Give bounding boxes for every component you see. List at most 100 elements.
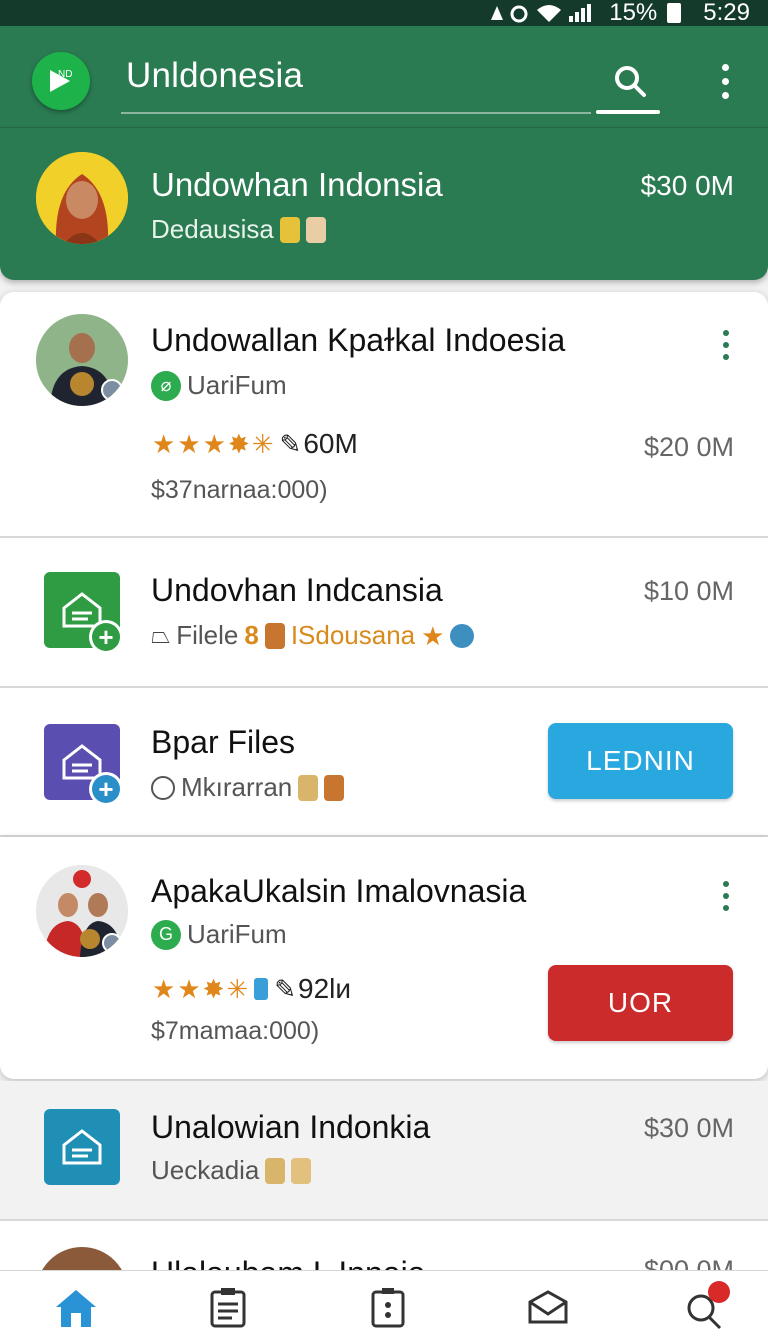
list-item[interactable]: Ulalaubam L Innaia $00 0M — [0, 1221, 768, 1270]
verified-icon: G — [151, 919, 181, 950]
clipboard-icon — [210, 1288, 246, 1328]
rating-row: ★ ★ ✸ ✳ ✎ 92lи — [152, 973, 351, 1005]
featured-subtitle-text: Dedausisa — [151, 214, 274, 244]
overflow-menu-button[interactable] — [705, 56, 745, 106]
notification-badge — [708, 1281, 730, 1303]
item-menu-button[interactable] — [720, 330, 732, 360]
house-icon — [62, 1129, 102, 1165]
bottom-navigation — [0, 1270, 768, 1344]
document-icon — [371, 1288, 405, 1328]
clock: 5:29 — [703, 0, 750, 26]
person-suit-icon — [36, 314, 128, 406]
star-icon: ★ — [177, 429, 201, 459]
app-bar: ND Unldonesia — [0, 26, 768, 128]
listing-avatar — [36, 865, 128, 957]
badge-icon — [279, 216, 300, 243]
lock-icon — [305, 216, 326, 243]
note-icon: ✎ — [274, 973, 297, 1004]
featured-avatar — [36, 152, 128, 244]
app-logo[interactable]: ND — [32, 52, 90, 110]
add-badge[interactable]: + — [89, 772, 123, 806]
listing-price: $30 0M — [643, 1113, 734, 1143]
listing-subtitle: G UariFum — [151, 919, 287, 950]
listing-price: $00 0M — [643, 1255, 734, 1270]
add-badge[interactable]: + — [89, 620, 123, 654]
listing-title: Undowallan Kpaɫkal Indoesia — [151, 322, 566, 358]
verified-icon: ⌀ — [151, 370, 181, 401]
search-button[interactable] — [605, 56, 655, 106]
listing-avatar — [36, 1247, 128, 1270]
search-icon — [615, 66, 646, 97]
nav-home[interactable] — [50, 1285, 102, 1331]
lock-icon — [324, 774, 345, 801]
title-underline — [121, 112, 591, 114]
listing-subtitle-text: Mkırarran — [181, 772, 293, 802]
star-half-icon: ✸ — [227, 429, 250, 459]
badge-icon — [298, 774, 319, 801]
listing-meta: $37narnaa:000) — [151, 476, 328, 504]
listing-title: ApakaUkalsin Imalovnasia — [151, 873, 527, 909]
battery-mini-icon — [254, 978, 269, 1000]
star-icon: ★ — [152, 429, 176, 459]
svg-text:ND: ND — [58, 69, 72, 80]
listing-subtitle: Ueckadia — [151, 1155, 312, 1186]
listing-subtitle-text: UariFum — [187, 370, 287, 400]
list-item[interactable]: + Bpar Files Mkırarran LEDNIN — [0, 688, 768, 835]
star-icon: ★ — [177, 974, 201, 1004]
clock-icon — [151, 775, 175, 800]
item-menu-button[interactable] — [720, 881, 732, 911]
plus-icon: + — [92, 775, 120, 803]
globe-icon — [450, 623, 475, 648]
nav-messages[interactable] — [522, 1285, 574, 1331]
lock-icon — [264, 622, 285, 649]
play-logo-icon: ND — [50, 69, 72, 92]
learn-button[interactable]: LEDNIN — [548, 723, 733, 799]
signal-icons — [491, 4, 592, 23]
lock-icon — [291, 1157, 312, 1184]
listing-subtitle-text: UariFum — [187, 919, 287, 949]
star-half-icon: ✸ — [202, 974, 225, 1004]
rating-row: ★ ★ ★ ✸ ✳ ✎ 60M — [152, 428, 358, 460]
nav-documents[interactable] — [362, 1285, 414, 1331]
person-hijab-icon — [36, 152, 128, 244]
featured-price: $30 0M — [640, 170, 734, 201]
listing-price: $10 0M — [643, 576, 734, 606]
envelope-icon — [528, 1290, 568, 1324]
rating-text: 92lи — [298, 973, 352, 1004]
badge-icon — [265, 1157, 286, 1184]
figure-icon: 8 — [244, 620, 259, 650]
list-item[interactable]: + Undovhan Indcansia $10 0M ⏢ Filele 8 I… — [0, 538, 768, 686]
battery-percent: 15% — [609, 0, 658, 26]
featured-subtitle: Dedausisa — [151, 214, 326, 245]
featured-name: Undowhan Indonsia — [151, 166, 443, 203]
list-item[interactable]: Undowallan Kpaɫkal Indoesia ⌀ UariFum ★ … — [0, 292, 768, 536]
status-bar: 15% 5:29 — [0, 0, 768, 26]
people-pair-icon — [36, 865, 128, 957]
nav-search-alerts[interactable] — [678, 1281, 730, 1331]
listing-title: Unalowian Indonkia — [151, 1109, 431, 1145]
note-icon: ✎ — [279, 428, 302, 459]
order-button[interactable]: UOR — [548, 965, 733, 1041]
star-icon: ★ — [202, 429, 226, 459]
listing-subtitle: ⌀ UariFum — [151, 370, 287, 401]
battery-icon — [667, 3, 682, 23]
page-title: Unldonesia — [126, 56, 304, 95]
list-item[interactable]: Unalowian Indonkia $30 0M Ueckadia — [0, 1081, 768, 1219]
sparkle-icon: ✳ — [226, 974, 249, 1004]
star-icon: ★ — [421, 620, 445, 651]
listing-title: Bpar Files — [151, 724, 296, 760]
nav-tasks[interactable] — [202, 1285, 254, 1331]
listing-avatar — [36, 314, 128, 406]
listing-subtitle: Mkırarran — [151, 772, 345, 803]
list-item[interactable]: ApakaUkalsin Imalovnasia G UariFum ★ ★ ✸… — [0, 837, 768, 1079]
listing-meta: $7mamaa:000) — [151, 1017, 320, 1045]
plus-icon: + — [92, 623, 120, 651]
listing-subtitle: ⏢ Filele 8 ISdousana ★ — [151, 620, 475, 651]
listing-title: Undovhan Indcansia — [151, 572, 443, 608]
listing-subtitle-text: Filele — [176, 620, 239, 650]
sparkle-icon: ✳ — [251, 429, 274, 459]
featured-card[interactable]: Undowhan Indonsia Dedausisa $30 0M — [0, 128, 768, 280]
listing-tag: ISdousana — [290, 620, 416, 650]
star-icon: ★ — [152, 974, 176, 1004]
rating-text: 60M — [303, 428, 358, 459]
